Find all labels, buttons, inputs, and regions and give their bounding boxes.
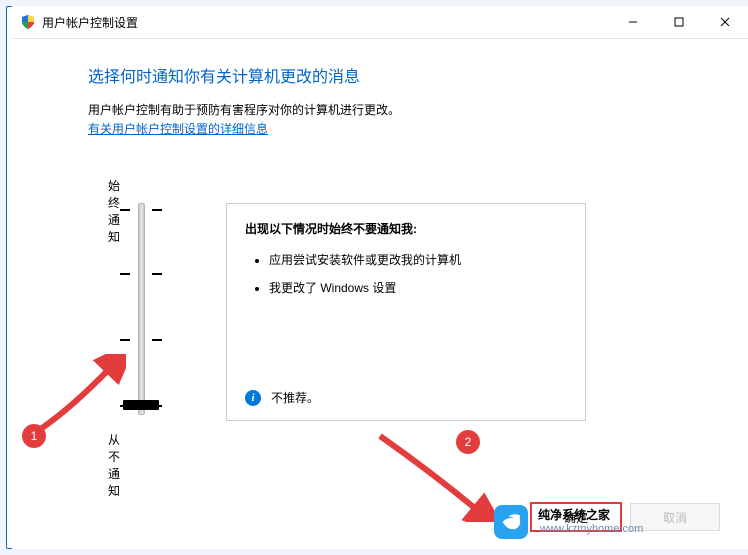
info-icon: i xyxy=(245,390,261,406)
info-panel: 出现以下情况时始终不要通知我: 应用尝试安装软件或更改我的计算机 我更改了 Wi… xyxy=(226,203,586,421)
annotation-badge-2: 2 xyxy=(456,430,480,454)
shield-icon xyxy=(20,14,36,30)
maximize-button[interactable] xyxy=(656,6,702,38)
minimize-button[interactable] xyxy=(610,6,656,38)
page-heading: 选择何时通知你有关计算机更改的消息 xyxy=(88,63,748,87)
slider-tick xyxy=(120,209,162,211)
slider-tick xyxy=(120,339,162,341)
slider-thumb[interactable] xyxy=(123,400,159,410)
slider-top-label: 始终通知 xyxy=(108,177,120,245)
slider-bottom-label: 从不通知 xyxy=(108,431,120,499)
info-bullet: 我更改了 Windows 设置 xyxy=(269,279,567,297)
annotation-badge-1: 1 xyxy=(22,424,46,448)
cancel-button[interactable]: 取消 xyxy=(630,503,720,531)
window-title: 用户帐户控制设置 xyxy=(42,14,138,31)
titlebar: 用户帐户控制设置 xyxy=(12,6,748,39)
help-link[interactable]: 有关用户帐户控制设置的详细信息 xyxy=(88,120,268,137)
close-button[interactable] xyxy=(702,6,748,38)
slider-tick xyxy=(120,273,162,275)
ok-button[interactable]: 确定 xyxy=(530,502,622,532)
info-bullet: 应用尝试安装软件或更改我的计算机 xyxy=(269,251,567,269)
annotation-arrow-1 xyxy=(30,354,126,438)
info-panel-title: 出现以下情况时始终不要通知我: xyxy=(245,220,567,237)
page-subtext: 用户帐户控制有助于预防有害程序对你的计算机进行更改。 xyxy=(88,101,748,118)
recommendation-text: 不推荐。 xyxy=(271,389,319,406)
slider-track[interactable] xyxy=(138,203,145,415)
